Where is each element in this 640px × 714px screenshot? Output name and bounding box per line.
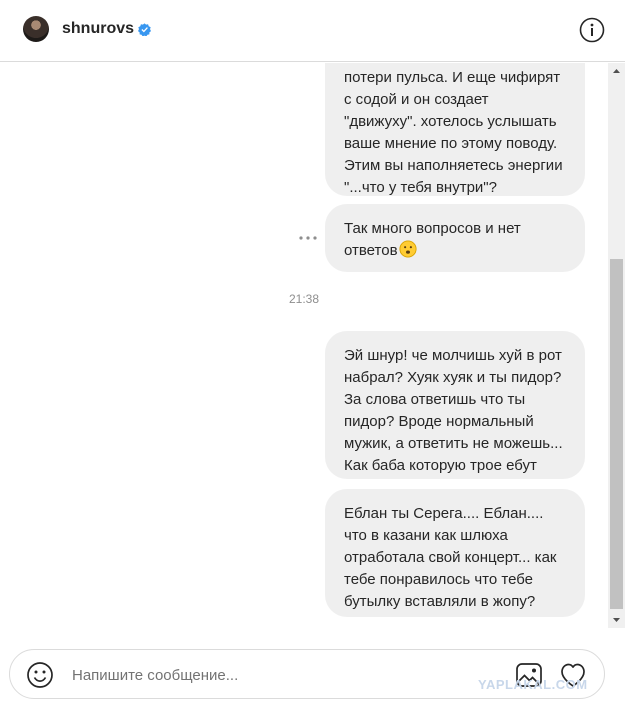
message-text: Так много вопросов и нет ответов (344, 220, 521, 259)
message-bubble: Так много вопросов и нет ответов (325, 204, 585, 272)
message-text: потери пульса. И еще чифирят с содой и о… (344, 69, 563, 196)
avatar[interactable] (23, 16, 49, 42)
username[interactable]: shnurovs (62, 20, 134, 38)
watermark: YAPLAKAL.COM (478, 677, 588, 692)
message-input[interactable] (72, 664, 472, 686)
more-options-icon[interactable] (298, 234, 318, 242)
verified-badge-icon (138, 23, 151, 36)
message-bubble: Еблан ты Серега.... Еблан.... что в каза… (325, 489, 585, 617)
chat-header: shnurovs (0, 0, 625, 62)
info-icon[interactable] (579, 17, 605, 43)
message-text: Еблан ты Серега.... Еблан.... что в каза… (344, 505, 557, 610)
message-thread[interactable]: потери пульса. И еще чифирят с содой и о… (0, 63, 608, 628)
message-bubble: Эй шнур! че молчишь хуй в рот набрал? Ху… (325, 331, 585, 479)
scrollbar[interactable] (608, 63, 625, 628)
neutral-face-emoji (398, 240, 417, 258)
message-text: Эй шнур! че молчишь хуй в рот набрал? Ху… (344, 347, 563, 474)
scrollbar-thumb[interactable] (610, 259, 623, 609)
message-timestamp: 21:38 (288, 292, 320, 306)
message-bubble: потери пульса. И еще чифирят с содой и о… (325, 63, 585, 196)
smile-icon[interactable] (26, 661, 54, 689)
scroll-down-arrow-icon[interactable] (608, 611, 625, 628)
scroll-up-arrow-icon[interactable] (608, 63, 625, 80)
